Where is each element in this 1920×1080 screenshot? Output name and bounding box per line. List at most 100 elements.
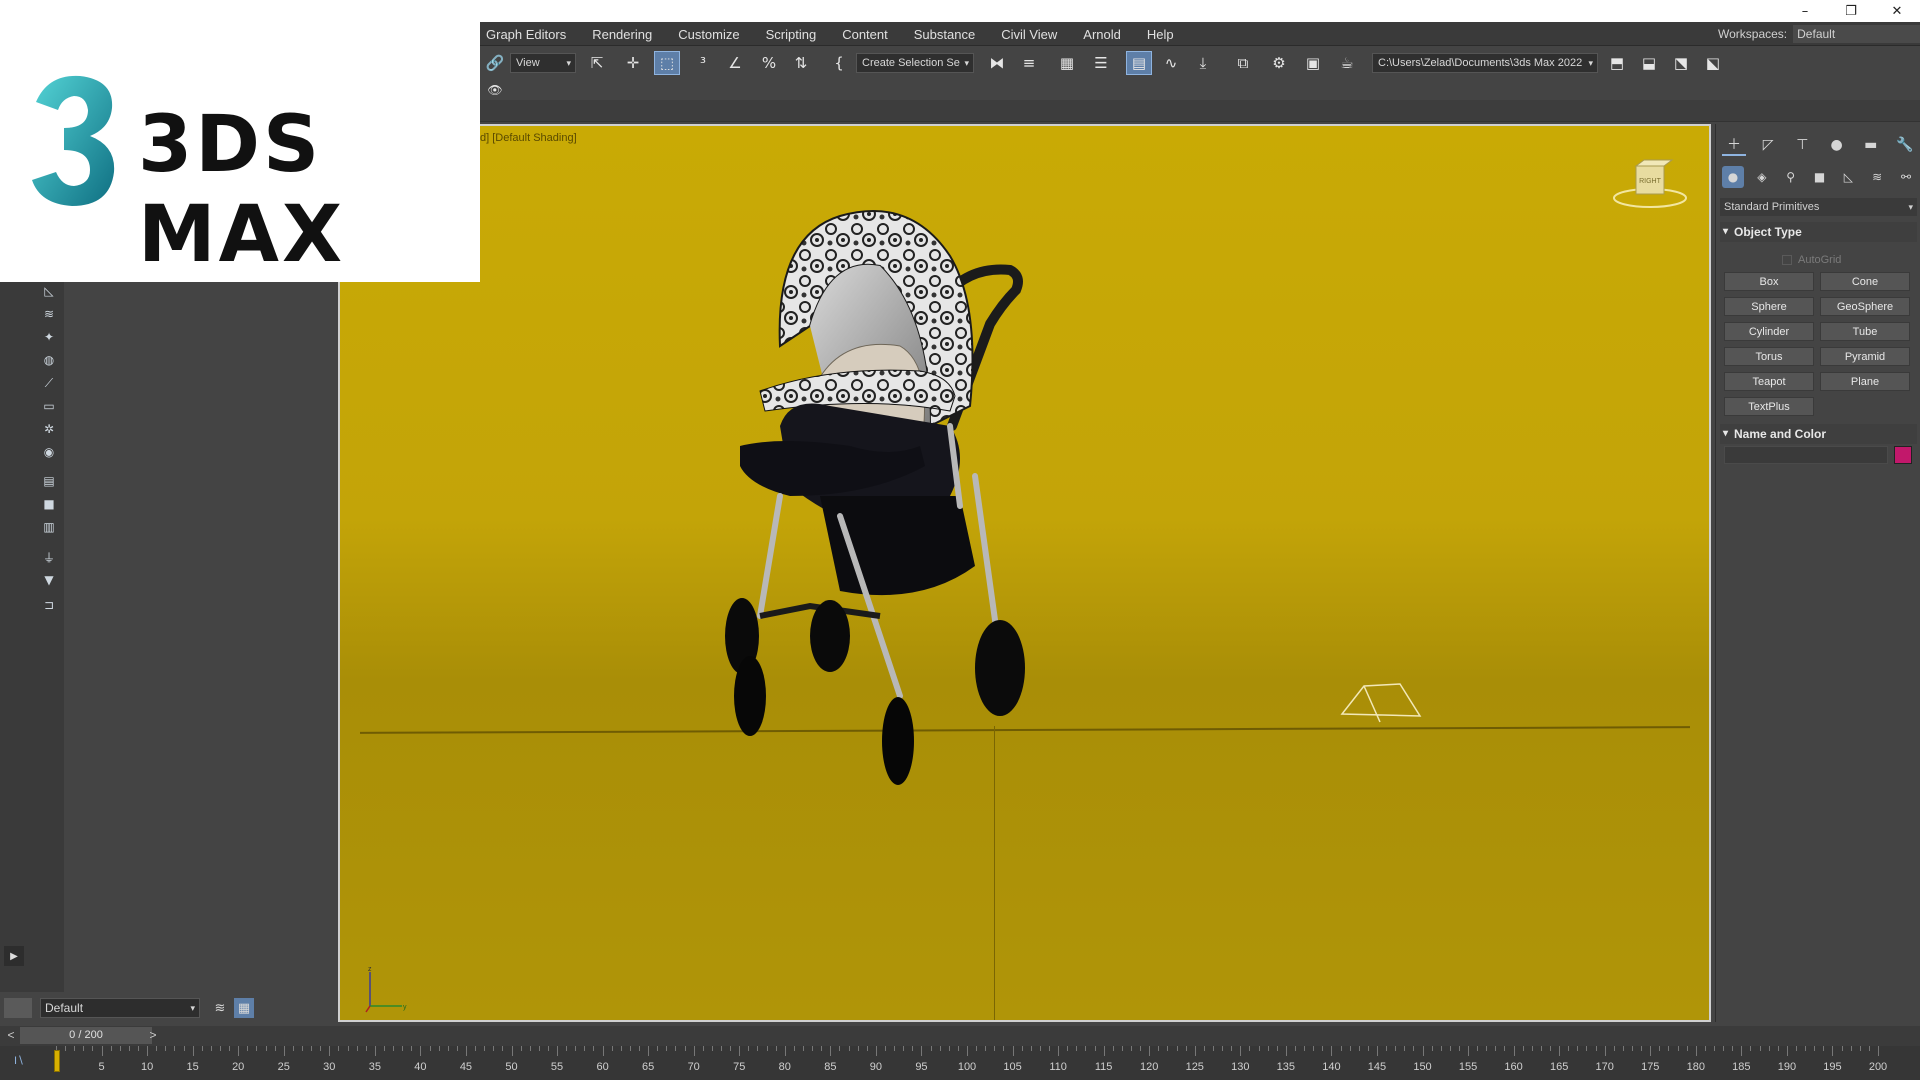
display-cameras-icon[interactable]: ◍: [40, 351, 58, 369]
create-tab-icon[interactable]: ＋: [1722, 134, 1746, 156]
display-groups-icon[interactable]: ✲: [40, 420, 58, 438]
menu-graph-editors[interactable]: Graph Editors: [486, 27, 566, 42]
cameras-category-icon[interactable]: ■: [1808, 166, 1830, 188]
close-button[interactable]: ✕: [1874, 0, 1920, 22]
menu-scripting[interactable]: Scripting: [766, 27, 817, 42]
display-influences-icon[interactable]: ■: [40, 495, 58, 513]
filter-icon[interactable]: ⏚: [40, 548, 58, 566]
layers-icon[interactable]: ≋: [210, 998, 230, 1018]
stroller-model[interactable]: [720, 196, 1060, 786]
workspaces-dropdown[interactable]: Default: [1793, 25, 1920, 43]
geosphere-button[interactable]: GeoSphere: [1820, 297, 1910, 316]
sphere-button[interactable]: Sphere: [1724, 297, 1814, 316]
helpers-category-icon[interactable]: ◺: [1837, 166, 1859, 188]
material-editor-icon[interactable]: ⚙: [1266, 51, 1292, 75]
select-object-icon[interactable]: ⬚: [654, 51, 680, 75]
torus-button[interactable]: Torus: [1724, 347, 1814, 366]
layer-explorer-icon[interactable]: ☰: [1088, 51, 1114, 75]
menu-substance[interactable]: Substance: [914, 27, 975, 42]
restore-button[interactable]: ❐: [1828, 0, 1874, 22]
autogrid-box[interactable]: [1782, 255, 1792, 265]
minimize-button[interactable]: –: [1782, 0, 1828, 22]
display-geometry-icon[interactable]: ◺: [40, 282, 58, 300]
lights-category-icon[interactable]: ⚲: [1780, 166, 1802, 188]
display-children-icon[interactable]: ▤: [40, 472, 58, 490]
layer-explorer-icon[interactable]: ▦: [234, 998, 254, 1018]
autogrid-checkbox[interactable]: AutoGrid: [1782, 254, 1841, 266]
primitive-category-dropdown[interactable]: Standard Primitives: [1720, 198, 1917, 216]
time-slider[interactable]: 0 / 200: [20, 1027, 152, 1044]
project-folder-icon[interactable]: ⬒: [1604, 51, 1630, 75]
display-tab-icon[interactable]: ▬: [1859, 134, 1883, 156]
curve-editor-icon[interactable]: ∿: [1158, 51, 1184, 75]
percent-snap-icon[interactable]: %: [756, 51, 782, 75]
select-tool-icon[interactable]: ⊐: [40, 596, 58, 614]
hierarchy-tab-icon[interactable]: ⊤: [1790, 134, 1814, 156]
spinner-snap-icon[interactable]: ⇅: [788, 51, 814, 75]
layer-toggle-icon[interactable]: [4, 998, 32, 1018]
project-path-dropdown[interactable]: C:\Users\Zelad\Documents\3ds Max 2022: [1372, 53, 1598, 73]
name-and-color-rollout[interactable]: Name and Color: [1720, 424, 1917, 444]
display-helpers-icon[interactable]: ⟋: [40, 374, 58, 392]
time-slider-prev[interactable]: <: [4, 1027, 18, 1043]
utilities-tab-icon[interactable]: 🔧: [1893, 134, 1917, 156]
schematic-view-icon[interactable]: ⧉: [1230, 51, 1256, 75]
display-lights-icon[interactable]: ✦: [40, 328, 58, 346]
spacewarps-category-icon[interactable]: ≋: [1866, 166, 1888, 188]
align-icon[interactable]: ≡: [1016, 51, 1042, 75]
systems-category-icon[interactable]: ⚯: [1895, 166, 1917, 188]
cylinder-button[interactable]: Cylinder: [1724, 322, 1814, 341]
visibility-toggle-icon[interactable]: 👁: [482, 78, 508, 102]
light-gizmo[interactable]: [1340, 682, 1430, 732]
menu-rendering[interactable]: Rendering: [592, 27, 652, 42]
modify-tab-icon[interactable]: ◸: [1756, 134, 1780, 156]
teapot-button[interactable]: Teapot: [1724, 372, 1814, 391]
timeline-cursor[interactable]: [54, 1050, 60, 1072]
select-filter-icon[interactable]: ⇱: [584, 51, 610, 75]
mirror-icon[interactable]: ⧓: [984, 51, 1010, 75]
render-setup-icon[interactable]: ▣: [1300, 51, 1326, 75]
funnel-icon[interactable]: ▼: [40, 571, 58, 589]
current-layer-dropdown[interactable]: Default: [40, 998, 200, 1018]
perspective-viewport[interactable]: d] [Default Shading] RIGHT z y: [338, 124, 1711, 1022]
viewcube[interactable]: RIGHT: [1610, 156, 1690, 216]
display-xrefs-icon[interactable]: ◉: [40, 443, 58, 461]
motion-tab-icon[interactable]: ●: [1825, 134, 1849, 156]
project-save-icon[interactable]: ⬔: [1668, 51, 1694, 75]
display-dependents-icon[interactable]: ▥: [40, 518, 58, 536]
menu-help[interactable]: Help: [1147, 27, 1174, 42]
named-selection-icon[interactable]: {: [826, 51, 852, 75]
selection-set-dropdown[interactable]: Create Selection Se: [856, 53, 974, 73]
ribbon-toggle-icon[interactable]: ▤: [1126, 51, 1152, 75]
link-icon[interactable]: 🔗: [482, 51, 508, 75]
menu-arnold[interactable]: Arnold: [1083, 27, 1121, 42]
timeline-ruler[interactable]: 5 10 15 20 25 30 35 40 45 50 55 60 65 70 75 80 85 90 95 100…: [56, 1046, 1887, 1080]
display-shapes-icon[interactable]: ≋: [40, 305, 58, 323]
render-icon[interactable]: ☕: [1334, 51, 1360, 75]
timeline[interactable]: I∖ 5 10 15 20 25 30 35 40 45 50 55 60 65 70 75 80 85 90 95…: [0, 1046, 1920, 1080]
display-spacewarps-icon[interactable]: ▭: [40, 397, 58, 415]
box-button[interactable]: Box: [1724, 272, 1814, 291]
viewcube-top[interactable]: [1634, 159, 1674, 167]
time-slider-next[interactable]: >: [146, 1027, 160, 1043]
object-color-swatch[interactable]: [1894, 446, 1912, 464]
project-open-icon[interactable]: ⬓: [1636, 51, 1662, 75]
snap-3d-icon[interactable]: ³: [690, 51, 716, 75]
shapes-category-icon[interactable]: ◈: [1751, 166, 1773, 188]
pyramid-button[interactable]: Pyramid: [1820, 347, 1910, 366]
plane-button[interactable]: Plane: [1820, 372, 1910, 391]
view-dropdown[interactable]: View: [510, 53, 576, 73]
menu-content[interactable]: Content: [842, 27, 888, 42]
cone-button[interactable]: Cone: [1820, 272, 1910, 291]
project-settings-icon[interactable]: ⬕: [1700, 51, 1726, 75]
object-name-field[interactable]: [1724, 446, 1888, 464]
scene-object-list[interactable]: [66, 282, 336, 992]
scene-explorer-icon[interactable]: ▦: [1054, 51, 1080, 75]
dope-sheet-icon[interactable]: ⤓: [1190, 51, 1216, 75]
textplus-button[interactable]: TextPlus: [1724, 397, 1814, 416]
angle-snap-icon[interactable]: ∠: [722, 51, 748, 75]
move-icon[interactable]: ✛: [620, 51, 646, 75]
object-type-rollout[interactable]: Object Type: [1720, 222, 1917, 242]
geometry-category-icon[interactable]: ●: [1722, 166, 1744, 188]
menu-customize[interactable]: Customize: [678, 27, 739, 42]
